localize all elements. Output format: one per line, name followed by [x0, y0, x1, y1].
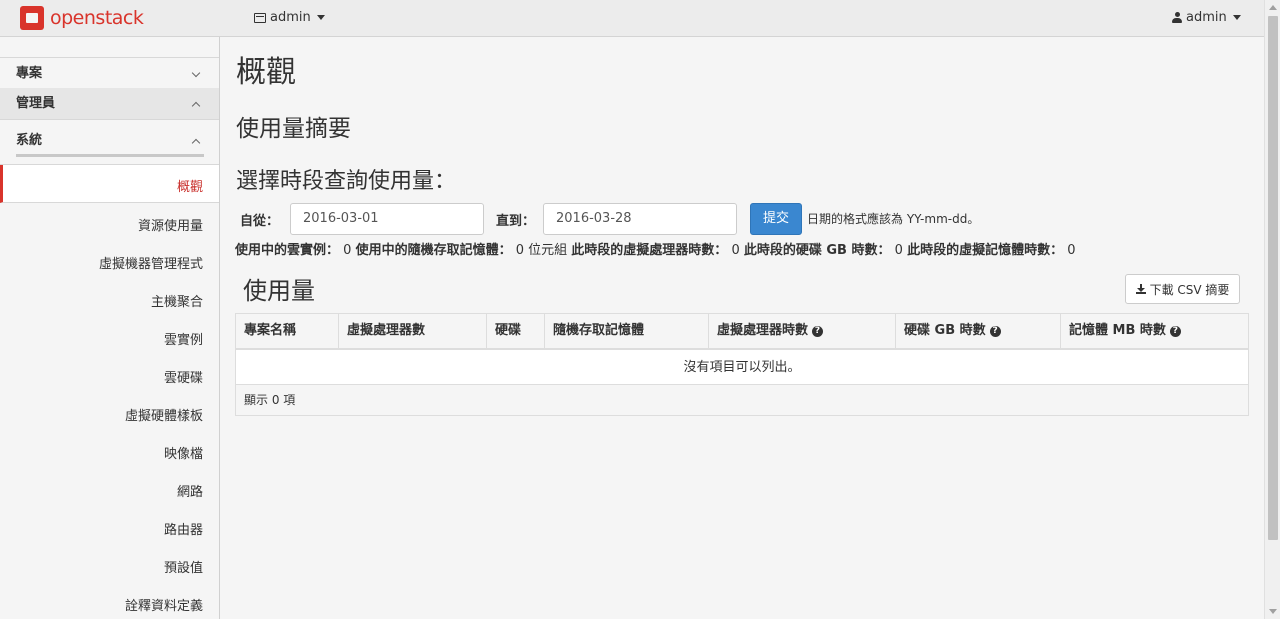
user-menu-label: admin — [1186, 10, 1227, 25]
column-header[interactable]: 硬碟 GB 時數? — [896, 314, 1061, 348]
stat-label: 使用中的隨機存取記憶體： — [355, 243, 512, 258]
sidebar-section-admin[interactable]: 管理員 — [0, 88, 219, 120]
openstack-logo-icon — [20, 6, 44, 30]
to-date-input[interactable]: 2016-03-28 — [543, 203, 737, 235]
stat-label: 此時段的虛擬記憶體時數： — [907, 243, 1064, 258]
column-label: 隨機存取記憶體 — [553, 323, 645, 338]
submit-button[interactable]: 提交 — [750, 203, 802, 235]
empty-table-message: 沒有項目可以列出。 — [236, 350, 1248, 385]
sidebar-item-networks[interactable]: 網路 — [177, 481, 203, 500]
download-icon — [1135, 284, 1146, 294]
help-icon[interactable]: ? — [989, 325, 1001, 337]
column-header[interactable]: 硬碟 — [487, 314, 545, 348]
sidebar: 專案 管理員 系統 概觀 資源使用量 虛擬機器管理程式 主機聚合 雲實例 雲硬碟… — [0, 37, 220, 619]
scrollbar-thumb[interactable] — [1268, 16, 1278, 540]
usage-summary-heading: 使用量摘要 — [236, 116, 351, 142]
column-label: 硬碟 — [495, 323, 522, 338]
sidebar-item-hypervisors[interactable]: 虛擬機器管理程式 — [99, 253, 203, 272]
table-footer-count: 顯示 0 項 — [236, 385, 1248, 415]
stat-value: 0 — [1067, 243, 1076, 258]
sidebar-section-label: 系統 — [16, 133, 43, 148]
download-csv-label: 下載 CSV 摘要 — [1149, 282, 1230, 297]
user-icon — [1172, 12, 1182, 23]
usage-table: 專案名稱 虛擬處理器數 硬碟 隨機存取記憶體 虛擬處理器時數? 硬碟 GB 時數… — [235, 313, 1249, 416]
openstack-logo[interactable]: openstack — [20, 5, 144, 31]
scroll-down-icon[interactable] — [1269, 609, 1277, 614]
logo-text: openstack — [50, 7, 144, 29]
column-header[interactable]: 虛擬處理器時數? — [709, 314, 896, 348]
sidebar-item-volumes[interactable]: 雲硬碟 — [164, 367, 203, 386]
section-underline — [16, 154, 204, 157]
chevron-up-icon — [191, 138, 201, 148]
usage-stats: 使用中的雲實例： 0 使用中的隨機存取記憶體： 0 位元組 此時段的虛擬處理器時… — [235, 239, 1076, 258]
top-navbar: openstack admin admin — [0, 0, 1264, 37]
sidebar-item-defaults[interactable]: 預設值 — [164, 557, 203, 576]
project-switcher[interactable]: admin — [254, 10, 325, 25]
chevron-down-icon — [191, 68, 201, 78]
column-label: 專案名稱 — [244, 323, 297, 338]
usage-heading: 使用量 — [243, 277, 315, 305]
table-header: 專案名稱 虛擬處理器數 硬碟 隨機存取記憶體 虛擬處理器時數? 硬碟 GB 時數… — [236, 314, 1248, 350]
column-label: 硬碟 GB 時數 — [904, 323, 986, 338]
scroll-up-icon[interactable] — [1269, 5, 1277, 10]
stat-value: 0 — [731, 243, 740, 258]
sidebar-section-project[interactable]: 專案 — [0, 57, 219, 89]
user-menu[interactable]: admin — [1172, 10, 1241, 25]
sidebar-section-label: 專案 — [16, 66, 43, 81]
page-title: 概觀 — [236, 55, 296, 90]
sidebar-item-images[interactable]: 映像檔 — [164, 443, 203, 462]
column-header[interactable]: 記憶體 MB 時數? — [1061, 314, 1248, 348]
stat-value: 0 — [894, 243, 903, 258]
sidebar-item-routers[interactable]: 路由器 — [164, 519, 203, 538]
stat-label: 使用中的雲實例： — [235, 243, 340, 258]
project-card-icon — [254, 12, 266, 23]
main-content: 概觀 使用量摘要 選擇時段查詢使用量： 自從： 2016-03-01 直到： 2… — [221, 37, 1264, 619]
project-switcher-label: admin — [270, 10, 311, 25]
sidebar-item-instances[interactable]: 雲實例 — [164, 329, 203, 348]
help-icon[interactable]: ? — [812, 325, 824, 337]
column-label: 虛擬處理器時數 — [717, 323, 809, 338]
help-icon[interactable]: ? — [1169, 325, 1181, 337]
from-date-input[interactable]: 2016-03-01 — [290, 203, 484, 235]
to-label: 直到： — [496, 214, 536, 229]
sidebar-item-label: 概觀 — [176, 180, 203, 195]
caret-down-icon — [1232, 15, 1241, 20]
stat-value: 0 位元組 — [515, 243, 568, 258]
caret-down-icon — [316, 15, 325, 20]
download-csv-button[interactable]: 下載 CSV 摘要 — [1125, 274, 1240, 304]
column-label: 虛擬處理器數 — [347, 323, 426, 338]
column-header[interactable]: 專案名稱 — [236, 314, 339, 348]
select-period-heading: 選擇時段查詢使用量： — [236, 169, 457, 194]
stat-label: 此時段的硬碟 GB 時數： — [743, 243, 891, 258]
column-header[interactable]: 虛擬處理器數 — [339, 314, 487, 348]
chevron-up-icon — [191, 101, 201, 111]
sidebar-item-flavors[interactable]: 虛擬硬體樣板 — [125, 405, 203, 424]
sidebar-item-metadata-definitions[interactable]: 詮釋資料定義 — [125, 595, 203, 614]
column-label: 記憶體 MB 時數 — [1069, 323, 1166, 338]
from-label: 自從： — [240, 214, 280, 229]
sidebar-item-resource-usage[interactable]: 資源使用量 — [138, 215, 203, 234]
sidebar-section-label: 管理員 — [16, 96, 56, 111]
stat-value: 0 — [343, 243, 352, 258]
sidebar-item-overview[interactable]: 概觀 — [0, 165, 219, 203]
column-header[interactable]: 隨機存取記憶體 — [545, 314, 709, 348]
date-format-hint: 日期的格式應該為 YY-mm-dd。 — [807, 212, 980, 226]
page-scrollbar[interactable] — [1264, 0, 1280, 619]
stat-label: 此時段的虛擬處理器時數： — [571, 243, 728, 258]
sidebar-item-host-aggregates[interactable]: 主機聚合 — [151, 291, 203, 310]
